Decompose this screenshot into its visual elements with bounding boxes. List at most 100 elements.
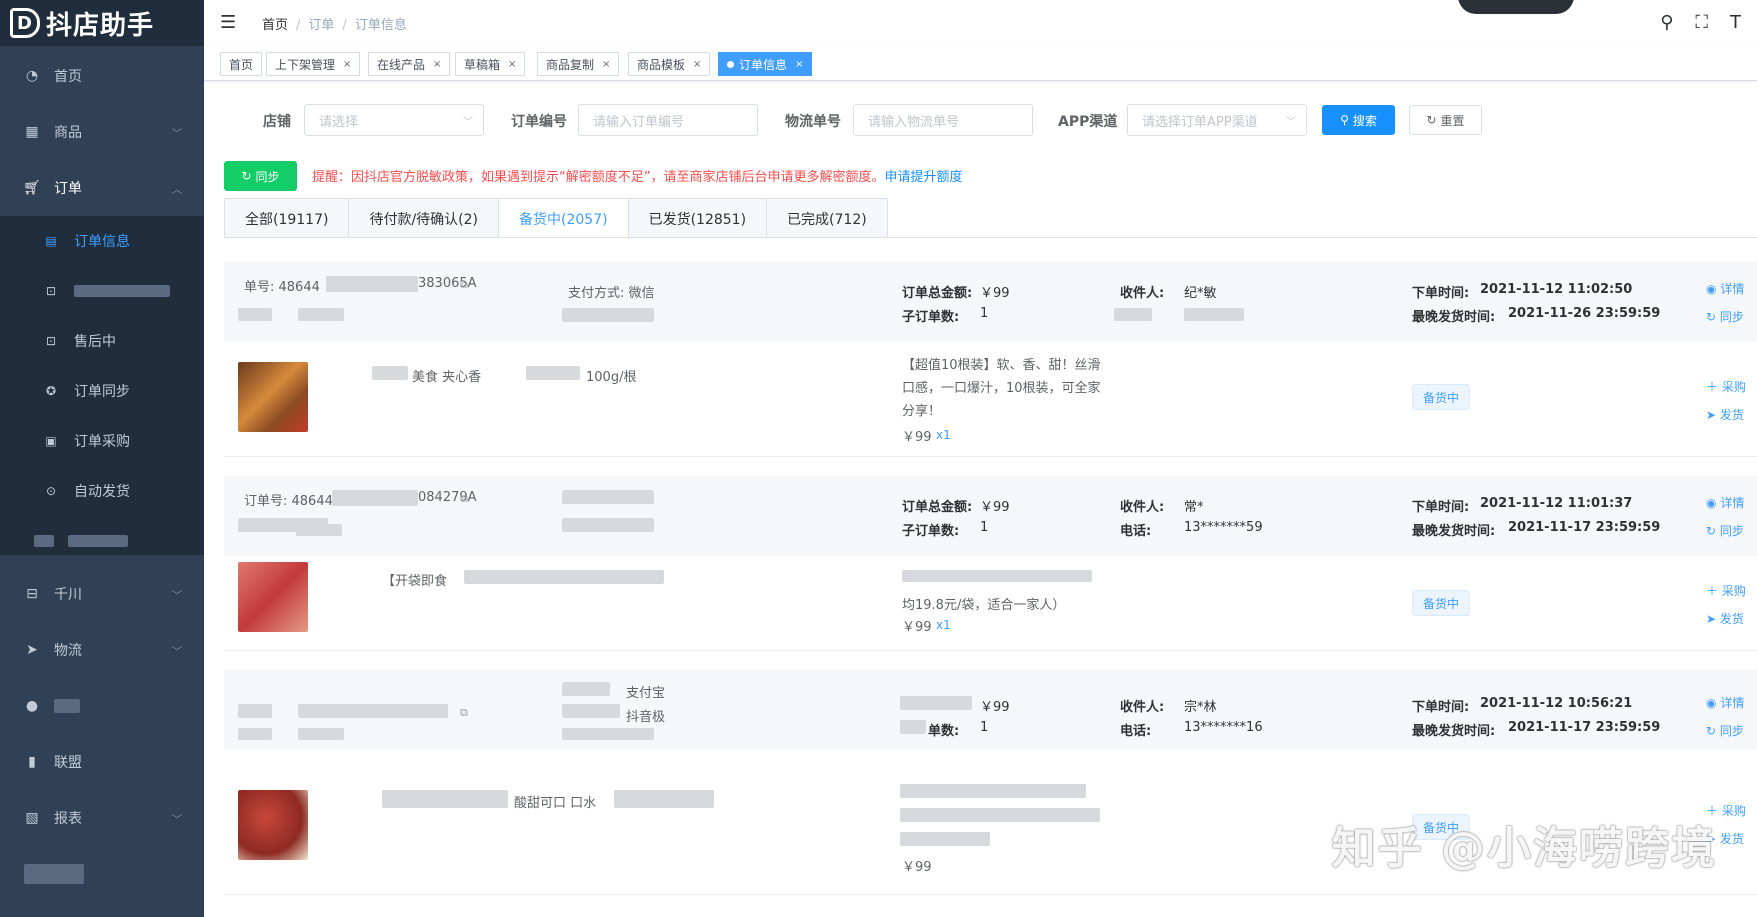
sidebar-item-logistics[interactable]: ➤ 物流 ﹀	[0, 622, 204, 678]
copy-icon[interactable]: ⧉	[460, 492, 468, 506]
breadcrumb-order-info: 订单信息	[354, 18, 407, 33]
detail-link[interactable]: ◉ 详情	[1706, 280, 1744, 297]
search-icon[interactable]: ⚲	[1660, 12, 1673, 33]
notice-text: 提醒：因抖店官方脱敏政策，如果遇到提示“解密额度不足”，请至商家店铺后台申请更多…	[312, 170, 963, 185]
sidebar-subitem-aftersale[interactable]: ⊡ 售后中	[0, 316, 204, 366]
order-header: 单号: 48644 383065A ⧉ 支付方式: 微信 订单总金额: ￥99 …	[224, 262, 1757, 342]
reset-button[interactable]: ↻ 重置	[1409, 105, 1482, 135]
sidebar-item-orders[interactable]: 🛒︎ 订单 ︿	[0, 160, 204, 216]
ship-link[interactable]: ➤ 发货	[1706, 610, 1744, 627]
sidebar-subitem-blurred[interactable]: ⊡	[0, 266, 204, 316]
product-image[interactable]	[238, 362, 308, 432]
tab-preparing[interactable]: 备货中(2057)	[499, 199, 629, 239]
sidebar-item-home[interactable]: ◔ 首页	[0, 48, 204, 104]
purchase-link[interactable]: ＋ 采购	[1706, 378, 1746, 395]
close-icon[interactable]: ×	[433, 59, 441, 70]
close-icon[interactable]: ×	[508, 59, 516, 70]
sidebar-item-goods[interactable]: ▦ 商品 ﹀	[0, 104, 204, 160]
watermark: 知乎 @小海唠跨境	[1331, 823, 1717, 874]
search-button[interactable]: ⚲ 搜索	[1322, 105, 1395, 135]
tags-view: 首页 上下架管理 × 在线产品 × 草稿箱 × 商品复制 × 商品模板 × 订单信息 ×	[204, 46, 1757, 81]
search-icon: ⚲	[1340, 113, 1349, 127]
refresh-icon: ↻	[241, 169, 252, 183]
tag-listing[interactable]: 上下架管理 ×	[266, 52, 361, 76]
sync-icon: ✪	[45, 384, 57, 398]
close-icon[interactable]: ×	[602, 59, 610, 70]
send-icon: ➤	[1706, 612, 1717, 626]
order-no-label: 订单编号	[511, 114, 567, 130]
font-size-icon[interactable]: T	[1730, 12, 1741, 33]
breadcrumb-home[interactable]: 首页	[262, 18, 288, 33]
tab-completed[interactable]: 已完成(712)	[767, 199, 887, 238]
product-image[interactable]	[238, 562, 308, 632]
header-icons: ⚲ ⛶ T	[1660, 12, 1741, 33]
copy-icon[interactable]: ⧉	[460, 278, 468, 292]
tab-shipped[interactable]: 已发货(12851)	[629, 199, 768, 238]
sidebar-subitem-order-purchase[interactable]: ▣ 订单采购	[0, 416, 204, 466]
logistics-input[interactable]: 请输入物流单号	[853, 104, 1033, 136]
breadcrumb: 首页 / 订单 / 订单信息	[262, 18, 407, 33]
sync-link[interactable]: ↻ 同步	[1706, 308, 1744, 325]
breadcrumb-orders[interactable]: 订单	[308, 18, 334, 33]
chevron-down-icon: ﹀	[1286, 116, 1296, 128]
sidebar-subitem-order-sync[interactable]: ✪ 订单同步	[0, 366, 204, 416]
refresh-icon: ↻	[1706, 310, 1717, 324]
order-item: 美食 夹心香 100g/根 【超值10根装】软、香、甜！丝滑口感，一口爆汁，10…	[224, 342, 1757, 457]
fullscreen-icon[interactable]: ⛶	[1695, 12, 1708, 33]
sync-link[interactable]: ↻ 同步	[1706, 522, 1744, 539]
report-icon: ▧	[25, 810, 39, 826]
app-logo[interactable]: D 抖店助手	[0, 0, 204, 46]
copy-icon[interactable]: ⧉	[460, 706, 468, 720]
detail-link[interactable]: ◉ 详情	[1706, 494, 1744, 511]
tab-all[interactable]: 全部(19117)	[225, 199, 350, 238]
tab-pending-payment[interactable]: 待付款/待确认(2)	[349, 199, 500, 238]
close-icon[interactable]: ×	[795, 59, 803, 70]
calendar-icon: ▣	[45, 434, 57, 448]
eye-icon: ◉	[1706, 696, 1717, 710]
shop-select[interactable]: 请选择 ﹀	[304, 104, 484, 136]
sync-link[interactable]: ↻ 同步	[1706, 722, 1744, 739]
purchase-link[interactable]: ＋ 采购	[1706, 582, 1746, 599]
order-no-input[interactable]: 请输入订单编号	[578, 104, 758, 136]
status-badge: 备货中	[1412, 384, 1471, 410]
tag-product-copy[interactable]: 商品复制 ×	[537, 52, 620, 76]
detail-link[interactable]: ◉ 详情	[1706, 694, 1744, 711]
chevron-down-icon: ﹀	[172, 646, 182, 658]
sidebar-item-reports[interactable]: ▧ 报表 ﹀	[0, 790, 204, 846]
logo-icon: D	[10, 8, 40, 38]
status-badge: 备货中	[1412, 590, 1471, 616]
refresh-icon: ↻	[1706, 524, 1717, 538]
order-header: ⧉ 支付宝 抖音极 ￥99 单数: 1 收件人: 宗*林 电话: 13*****…	[224, 670, 1757, 750]
sidebar-subitem-auto-ship[interactable]: ⊙ 自动发货	[0, 466, 204, 516]
chevron-down-icon: ﹀	[463, 116, 473, 128]
close-icon[interactable]: ×	[693, 59, 701, 70]
sync-button[interactable]: ↻ 同步	[224, 161, 297, 191]
tag-home[interactable]: 首页	[220, 52, 263, 76]
floating-widget[interactable]	[1458, 0, 1574, 14]
channel-select[interactable]: 请选择订单APP渠道 ﹀	[1127, 104, 1307, 136]
product-image[interactable]	[238, 790, 308, 860]
monitor-icon: ⊟	[26, 586, 38, 602]
sidebar-item-alliance[interactable]: ▮ 联盟	[0, 734, 204, 790]
refresh-icon: ↻	[1426, 113, 1437, 127]
tag-online-products[interactable]: 在线产品 ×	[368, 52, 451, 76]
ship-link[interactable]: ➤ 发货	[1706, 406, 1744, 423]
tag-product-template[interactable]: 商品模板 ×	[628, 52, 711, 76]
order-item: 【开袋即食 均19.8元/袋，适合一家人） ￥99 x1 备货中 ＋ 采购 ➤ …	[224, 556, 1757, 651]
sidebar-item-blurred[interactable]: ●	[0, 678, 204, 734]
cart-icon: 🛒︎	[23, 180, 41, 196]
close-icon[interactable]: ×	[343, 59, 351, 70]
sidebar-subitem-blurred-2[interactable]	[0, 516, 204, 566]
order-header: 订单号: 48644 084279A ⧉ 订单总金额: ￥99 子订单数: 1 …	[224, 476, 1757, 556]
sidebar-item-blurred-2[interactable]	[0, 846, 204, 902]
order-status-tabs: 全部(19117) 待付款/待确认(2) 备货中(2057) 已发货(12851…	[224, 198, 888, 239]
apply-quota-link[interactable]: 申请提升额度	[884, 170, 962, 185]
chevron-down-icon: ﹀	[172, 128, 182, 140]
tag-drafts[interactable]: 草稿箱 ×	[455, 52, 526, 76]
tag-order-info[interactable]: 订单信息 ×	[718, 52, 813, 76]
app-title: 抖店助手	[46, 10, 155, 41]
grid-icon: ▦	[25, 124, 39, 140]
sidebar-subitem-order-info[interactable]: ▤ 订单信息	[0, 216, 204, 266]
sidebar-item-qianchuan[interactable]: ⊟ 千川 ﹀	[0, 566, 204, 622]
hamburger-icon[interactable]: ☰	[220, 12, 236, 33]
